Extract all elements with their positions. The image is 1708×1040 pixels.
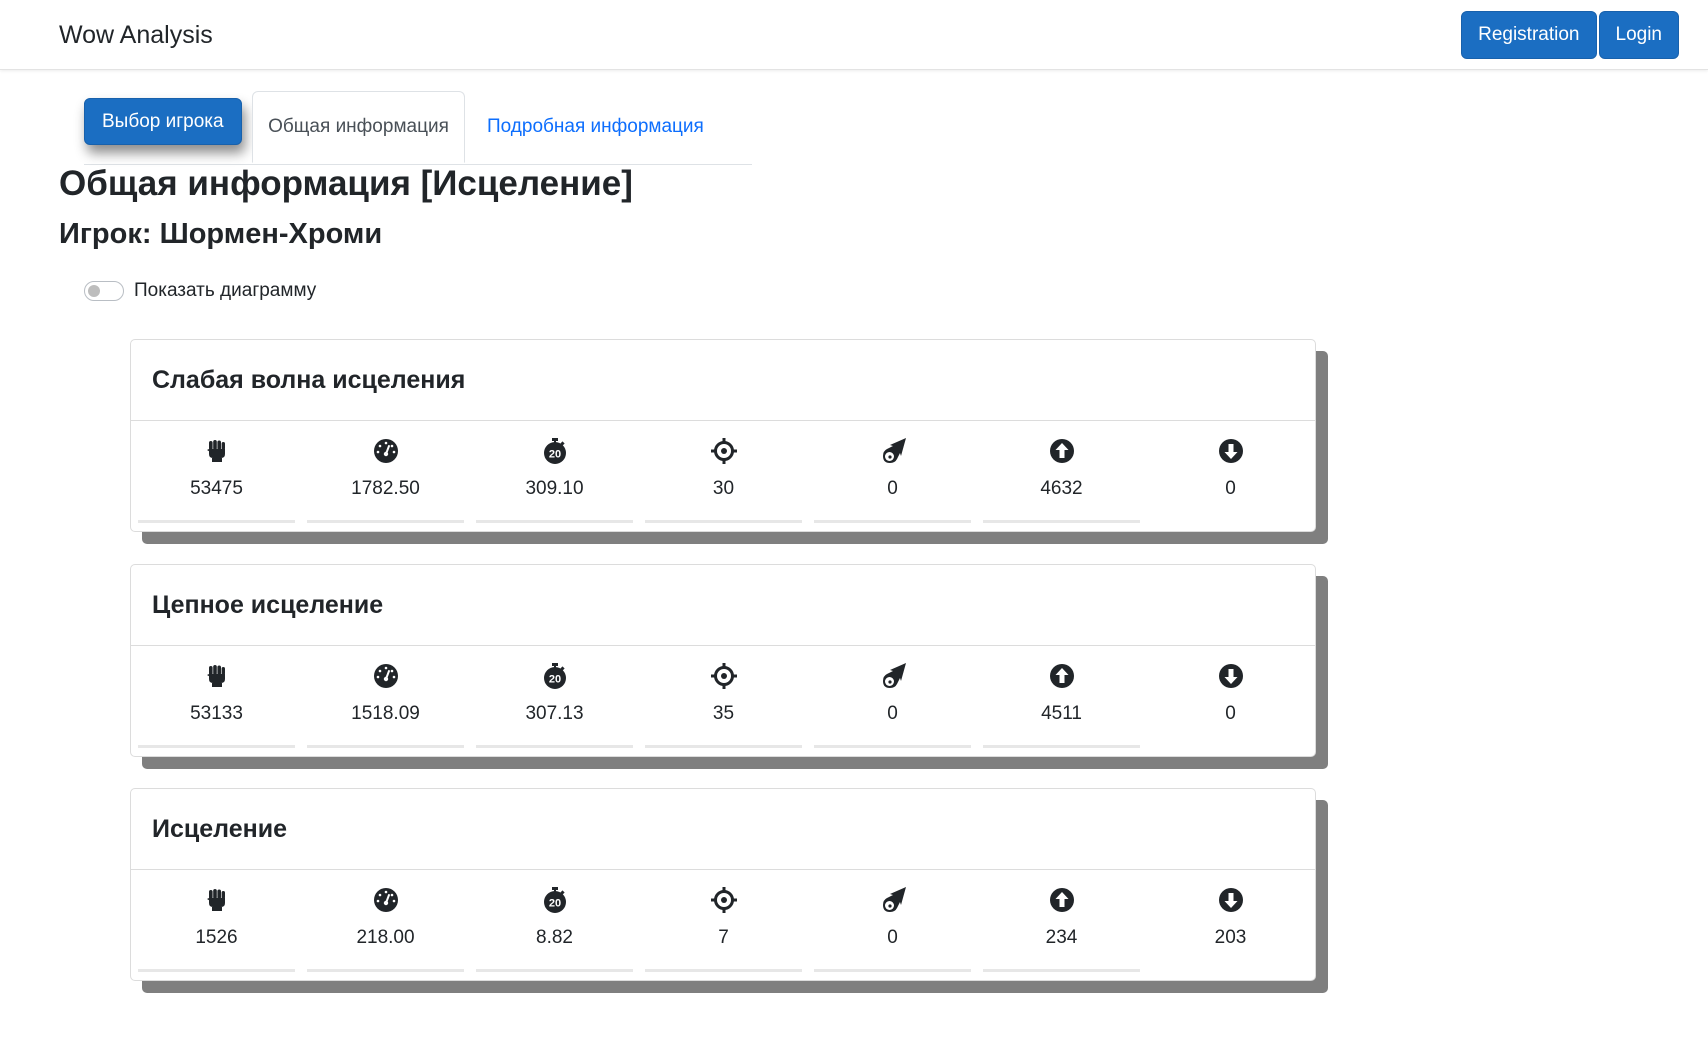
stat-value: 1782.50	[351, 478, 420, 499]
show-chart-toggle-row: Показать диаграмму	[84, 280, 316, 302]
stat-value: 0	[1225, 703, 1236, 724]
stat-value: 0	[1225, 478, 1236, 499]
svg-text:20: 20	[548, 898, 560, 910]
switch-knob	[88, 285, 100, 297]
stat-cell: 20 309.10	[476, 421, 633, 523]
stat-cell: 1526	[138, 870, 295, 972]
stat-cell: 0	[814, 421, 971, 523]
stat-cell: 35	[645, 646, 802, 748]
show-chart-switch[interactable]	[84, 281, 124, 301]
comet-icon	[879, 886, 907, 914]
player-name: Игрок: Шормен-Хроми	[59, 218, 383, 250]
stat-cell: 0	[814, 646, 971, 748]
gauge-icon	[372, 886, 400, 914]
arrow-down-circle-icon	[1217, 886, 1245, 914]
stat-value: 4632	[1040, 478, 1083, 499]
crosshair-icon	[710, 662, 738, 690]
stat-cell: 218.00	[307, 870, 464, 972]
comet-icon	[879, 662, 907, 690]
stat-value: 309.10	[525, 478, 584, 499]
page-title: Общая информация [Исцеление]	[59, 164, 633, 203]
tab-bar: Выбор игрока Общая информация Подробная …	[84, 91, 752, 165]
stat-cell: 0	[1152, 646, 1309, 748]
svg-text:20: 20	[548, 674, 560, 686]
stat-cell: 1782.50	[307, 421, 464, 523]
login-button[interactable]: Login	[1598, 11, 1679, 59]
stat-cell: 20 307.13	[476, 646, 633, 748]
crosshair-icon	[710, 886, 738, 914]
select-player-button[interactable]: Выбор игрока	[84, 98, 242, 145]
gauge-icon	[372, 437, 400, 465]
stat-value: 53133	[190, 703, 243, 724]
spell-card: Слабая волна исцеления 53475 1782.50 20 309.…	[130, 339, 1316, 532]
stat-value: 203	[1214, 927, 1247, 948]
stat-cell: 203	[1152, 870, 1309, 972]
fist-icon	[203, 437, 231, 465]
stat-value: 218.00	[356, 927, 415, 948]
stat-value: 0	[887, 703, 898, 724]
stat-cell: 20 8.82	[476, 870, 633, 972]
spell-card: Исцеление 1526 218.00 20 8.82 7 0 234 203	[130, 788, 1316, 981]
tab-general-info[interactable]: Общая информация	[252, 91, 465, 163]
spell-stats-row: 1526 218.00 20 8.82 7 0 234 203	[138, 870, 1309, 972]
arrow-up-circle-icon	[1048, 886, 1076, 914]
stat-value: 35	[712, 703, 735, 724]
comet-icon	[879, 437, 907, 465]
spell-card-title: Цепное исцеление	[131, 565, 1315, 646]
stopwatch-icon: 20	[541, 437, 569, 465]
tab-detailed-info[interactable]: Подробная информация	[481, 91, 710, 163]
stat-value: 0	[887, 478, 898, 499]
stat-cell: 4511	[983, 646, 1140, 748]
spell-card: Цепное исцеление 53133 1518.09 20 307.13 35 0 4…	[130, 564, 1316, 757]
svg-text:20: 20	[548, 449, 560, 461]
stat-cell: 4632	[983, 421, 1140, 523]
navbar: Wow Analysis Registration Login	[0, 0, 1708, 70]
stat-cell: 0	[1152, 421, 1309, 523]
stat-cell: 0	[814, 870, 971, 972]
spell-card-title: Исцеление	[131, 789, 1315, 870]
spell-stats-row: 53133 1518.09 20 307.13 35 0 4511 0	[138, 646, 1309, 748]
stopwatch-icon: 20	[541, 662, 569, 690]
stat-value: 53475	[190, 478, 243, 499]
stat-cell: 1518.09	[307, 646, 464, 748]
auth-buttons: Registration Login	[1461, 11, 1679, 59]
stat-cell: 7	[645, 870, 802, 972]
arrow-down-circle-icon	[1217, 437, 1245, 465]
stat-value: 1518.09	[351, 703, 420, 724]
stat-cell: 53133	[138, 646, 295, 748]
arrow-up-circle-icon	[1048, 662, 1076, 690]
stat-value: 8.82	[536, 927, 573, 948]
stat-cell: 234	[983, 870, 1140, 972]
stat-value: 1526	[195, 927, 238, 948]
stat-value: 7	[718, 927, 729, 948]
stat-cell: 30	[645, 421, 802, 523]
stat-cell: 53475	[138, 421, 295, 523]
show-chart-label[interactable]: Показать диаграмму	[134, 280, 316, 302]
spell-stats-row: 53475 1782.50 20 309.10 30 0 4632 0	[138, 421, 1309, 523]
fist-icon	[203, 886, 231, 914]
fist-icon	[203, 662, 231, 690]
gauge-icon	[372, 662, 400, 690]
spell-card-title: Слабая волна исцеления	[131, 340, 1315, 421]
registration-button[interactable]: Registration	[1461, 11, 1597, 59]
stat-value: 0	[887, 927, 898, 948]
stopwatch-icon: 20	[541, 886, 569, 914]
arrow-down-circle-icon	[1217, 662, 1245, 690]
arrow-up-circle-icon	[1048, 437, 1076, 465]
brand-title[interactable]: Wow Analysis	[59, 21, 213, 50]
stat-value: 307.13	[525, 703, 584, 724]
stat-value: 30	[712, 478, 735, 499]
stat-value: 234	[1045, 927, 1078, 948]
crosshair-icon	[710, 437, 738, 465]
stat-value: 4511	[1041, 703, 1082, 724]
